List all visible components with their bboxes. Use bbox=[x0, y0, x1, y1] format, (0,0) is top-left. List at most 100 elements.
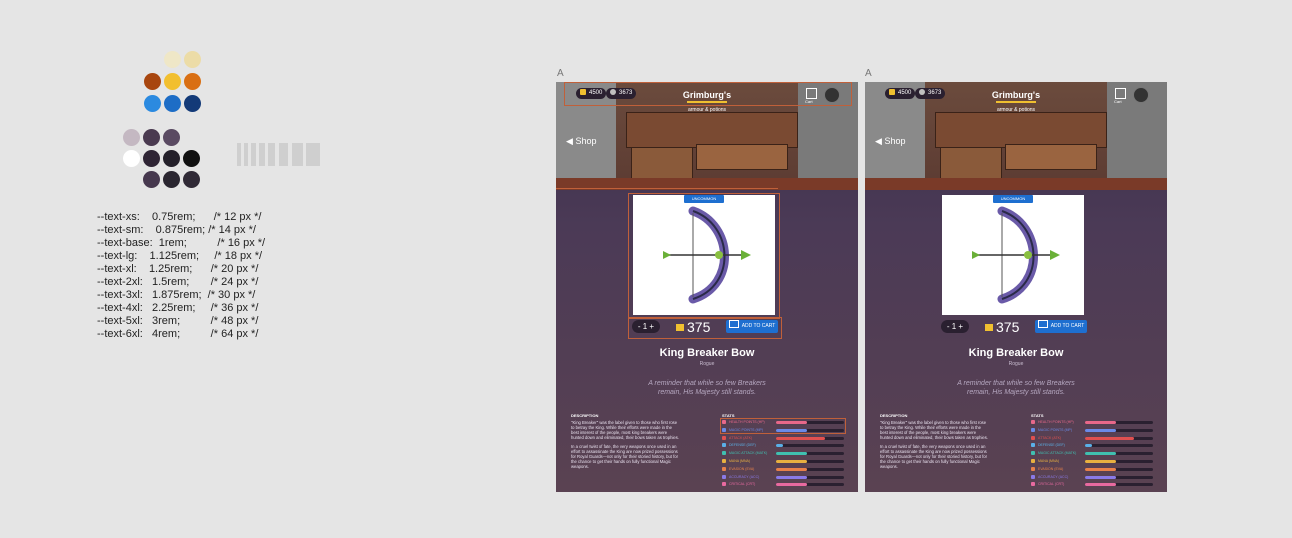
stat-row: EVASION (EVA) bbox=[1031, 466, 1153, 473]
stat-icon bbox=[722, 459, 726, 463]
stat-row: ATTACK (ATK) bbox=[1031, 435, 1153, 442]
item-price: 375 bbox=[985, 319, 1019, 335]
swatch-black bbox=[183, 150, 200, 167]
stat-fill bbox=[776, 475, 807, 479]
stat-track bbox=[1085, 467, 1153, 471]
swatch-white bbox=[123, 150, 140, 167]
token-line: --text-3xl: 1.875rem; /* 30 px */ bbox=[97, 289, 256, 301]
stat-label: DEFENSE (DEF) bbox=[729, 443, 756, 448]
swatch-orange bbox=[184, 73, 201, 90]
stat-fill bbox=[1085, 428, 1116, 432]
swatch-cream2 bbox=[184, 51, 201, 68]
stat-fill bbox=[776, 444, 783, 448]
stat-track bbox=[1085, 436, 1153, 440]
item-image-card bbox=[942, 195, 1084, 315]
stat-row: MAGIC POINTS (MP) bbox=[722, 427, 844, 434]
swatch-plum2 bbox=[163, 129, 180, 146]
floor-decor bbox=[556, 178, 858, 190]
stat-track bbox=[1085, 428, 1153, 432]
avatar[interactable] bbox=[1133, 87, 1149, 103]
stat-fill bbox=[776, 428, 807, 432]
shop-brand-title: Grimburg's bbox=[682, 90, 732, 100]
stat-row: HEALTH POINTS (HP) bbox=[1031, 419, 1153, 426]
stat-label: ATTACK (ATK) bbox=[729, 435, 753, 440]
swatch-rust bbox=[144, 73, 161, 90]
swatch-dark4 bbox=[183, 171, 200, 188]
floor-decor bbox=[865, 178, 1167, 190]
add-to-cart-button[interactable]: ADD TO CART bbox=[1035, 320, 1087, 333]
stat-fill bbox=[776, 452, 807, 456]
stat-fill bbox=[1085, 483, 1116, 487]
avatar[interactable] bbox=[824, 87, 840, 103]
stat-fill bbox=[776, 467, 807, 471]
stat-track bbox=[1085, 421, 1153, 424]
grey-bar-swatch bbox=[292, 143, 303, 166]
swatch-blue1 bbox=[144, 95, 161, 112]
stat-track bbox=[776, 444, 844, 448]
item-quote: A reminder that while so few Breakers re… bbox=[957, 380, 1075, 396]
stat-label: DEFENSE (DEF) bbox=[1038, 443, 1065, 448]
stat-row: MAGIC ATTACK (MATK) bbox=[1031, 450, 1153, 457]
grey-bar-swatch bbox=[259, 143, 265, 166]
description-heading: DESCRIPTION bbox=[571, 413, 599, 418]
stat-icon bbox=[1031, 427, 1035, 432]
stat-icon bbox=[1031, 443, 1035, 448]
stats-heading: STATS bbox=[1031, 413, 1044, 418]
stat-fill bbox=[1085, 452, 1116, 456]
swatch-dark2 bbox=[163, 150, 180, 167]
stat-track bbox=[1085, 452, 1153, 456]
shop-brand-title: Grimburg's bbox=[991, 90, 1041, 100]
swatch-cream1 bbox=[164, 51, 181, 68]
quantity-stepper[interactable]: - 1 + bbox=[632, 320, 660, 333]
stat-fill bbox=[1085, 421, 1116, 424]
stat-row: DEFENSE (DEF) bbox=[1031, 442, 1153, 449]
shop-brand-subtitle: armour & potions bbox=[996, 107, 1036, 113]
stat-label: EVASION (EVA) bbox=[729, 466, 755, 471]
coin-icon bbox=[889, 89, 895, 95]
stat-track bbox=[1085, 483, 1153, 487]
stat-label: HEALTH POINTS (HP) bbox=[729, 420, 765, 424]
stat-icon bbox=[722, 482, 726, 487]
stat-fill bbox=[1085, 444, 1092, 448]
add-to-cart-button[interactable]: ADD TO CART bbox=[726, 320, 778, 333]
item-price: 375 bbox=[676, 319, 710, 335]
coin-icon bbox=[676, 324, 684, 331]
stat-label: MANA (MNA) bbox=[1038, 459, 1059, 463]
item-name: King Breaker Bow bbox=[659, 347, 755, 359]
stat-icon bbox=[1031, 435, 1035, 440]
token-line: --text-sm: 0.875rem; /* 14 px */ bbox=[97, 224, 256, 236]
shop-brand-subtitle: armour & potions bbox=[687, 107, 727, 113]
cart-label[interactable]: Cart bbox=[1114, 99, 1122, 104]
swatch-navy bbox=[184, 95, 201, 112]
token-line: --text-xs: 0.75rem; /* 12 px */ bbox=[97, 211, 262, 223]
stat-icon bbox=[1031, 420, 1035, 424]
stat-icon bbox=[722, 474, 726, 479]
chevron-left-icon: ◀ bbox=[566, 136, 573, 146]
stat-icon bbox=[722, 451, 726, 456]
back-to-shop-link[interactable]: ◀ Shop bbox=[566, 136, 596, 147]
description-heading: DESCRIPTION bbox=[880, 413, 908, 418]
stat-track bbox=[776, 428, 844, 432]
stat-row: ATTACK (ATK) bbox=[722, 435, 844, 442]
shop-item-frame: 4500 3673 Grimburg's armour & potions Ca… bbox=[865, 82, 1167, 492]
cart-icon[interactable] bbox=[1115, 88, 1126, 99]
coin-icon bbox=[985, 324, 993, 331]
top-bar: 4500 3673 Grimburg's armour & potions Ca… bbox=[556, 82, 858, 113]
quantity-stepper[interactable]: - 1 + bbox=[941, 320, 969, 333]
stat-row: ACCURACY (ACC) bbox=[722, 474, 844, 481]
back-label: Shop bbox=[884, 136, 906, 146]
item-quote: A reminder that while so few Breakers re… bbox=[648, 380, 766, 396]
back-to-shop-link[interactable]: ◀ Shop bbox=[875, 136, 905, 147]
stat-label: CRITICAL (CRT) bbox=[1038, 482, 1065, 487]
frame-label: A bbox=[557, 68, 564, 79]
shelf-decor bbox=[940, 147, 1002, 179]
stat-icon bbox=[1031, 451, 1035, 456]
swatch-mauve1 bbox=[123, 129, 140, 146]
stat-track bbox=[776, 460, 844, 463]
item-image-card bbox=[633, 195, 775, 315]
gem-value: 3673 bbox=[928, 90, 942, 96]
stat-label: MANA (MNA) bbox=[729, 459, 750, 463]
cart-icon[interactable] bbox=[806, 88, 817, 99]
cart-label[interactable]: Cart bbox=[805, 99, 813, 104]
token-line: --text-4xl: 2.25rem; /* 36 px */ bbox=[97, 302, 259, 314]
